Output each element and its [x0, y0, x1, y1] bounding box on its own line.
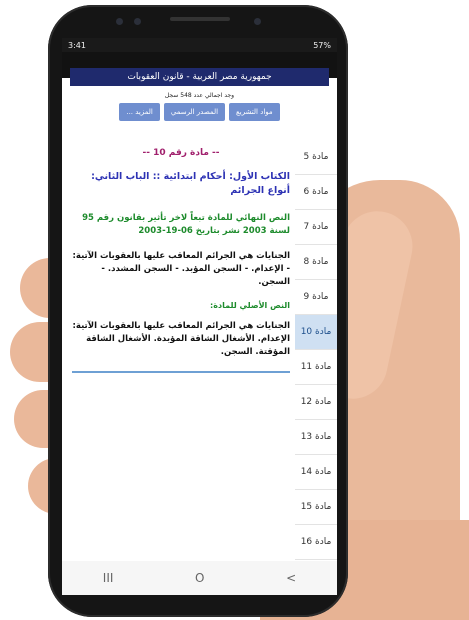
- front-camera-icon: [254, 18, 261, 25]
- status-battery: 57%: [313, 40, 331, 50]
- system-nav-bar: III O <: [62, 561, 337, 595]
- sidebar-item-article-8[interactable]: مادة 8: [295, 245, 337, 280]
- sidebar-item-article-5[interactable]: مادة 5: [295, 140, 337, 175]
- recent-apps-icon[interactable]: III: [103, 571, 114, 585]
- record-count: وجد اجمالي عدد 548 سجل: [164, 92, 235, 99]
- chapter-title: الكتاب الأول: أحكام ابتدائية :: الباب ال…: [91, 171, 290, 196]
- article-sidebar: مادة 5 مادة 6 مادة 7 مادة 8 مادة 9 مادة …: [295, 140, 337, 560]
- sidebar-item-article-16[interactable]: مادة 16: [295, 525, 337, 560]
- official-source-button[interactable]: المصدر الرسمي: [163, 103, 226, 121]
- action-buttons: مواد التشريع المصدر الرسمي المزيد ...: [62, 103, 337, 121]
- legislation-articles-button[interactable]: مواد التشريع: [229, 103, 280, 121]
- article-panel: -- مادة رقم 10 -- الكتاب الأول: أحكام اب…: [72, 140, 290, 373]
- article-final-text: الجنايات هي الجرائم المعاقب عليها بالعقو…: [72, 251, 290, 287]
- page-title: جمهورية مصر العربية - قانون العقوبات: [70, 68, 329, 86]
- camera-dot-icon: [116, 18, 123, 25]
- status-time: 3:41: [68, 40, 86, 50]
- phone-speaker: [170, 17, 230, 21]
- back-icon[interactable]: <: [286, 571, 296, 585]
- article-heading: -- مادة رقم 10 --: [142, 148, 220, 158]
- sidebar-item-article-11[interactable]: مادة 11: [295, 350, 337, 385]
- sidebar-item-article-10[interactable]: مادة 10: [295, 315, 337, 350]
- camera-dot-icon: [134, 18, 141, 25]
- status-bar: 3:41 57%: [62, 38, 337, 52]
- content-area: -- مادة رقم 10 -- الكتاب الأول: أحكام اب…: [62, 140, 337, 560]
- sidebar-item-article-15[interactable]: مادة 15: [295, 490, 337, 525]
- sidebar-item-article-7[interactable]: مادة 7: [295, 210, 337, 245]
- article-original-text: الجنايات هي الجرائم المعاقب عليها بالعقو…: [72, 321, 290, 357]
- phone-top-sensors: [64, 10, 332, 32]
- sidebar-item-article-13[interactable]: مادة 13: [295, 420, 337, 455]
- sidebar-item-article-12[interactable]: مادة 12: [295, 385, 337, 420]
- original-text-label: النص الأصلي للمادة:: [210, 301, 290, 310]
- phone-screen: 3:41 57% جمهورية مصر العربية - قانون الع…: [62, 38, 337, 595]
- final-text-label: النص النهائي للمادة تبعاً لاخر تأثير بقا…: [82, 213, 290, 236]
- sidebar-item-article-14[interactable]: مادة 14: [295, 455, 337, 490]
- more-button[interactable]: المزيد ...: [119, 103, 160, 121]
- home-icon[interactable]: O: [195, 571, 204, 585]
- content-divider: [72, 371, 290, 373]
- sidebar-item-article-9[interactable]: مادة 9: [295, 280, 337, 315]
- sidebar-item-article-6[interactable]: مادة 6: [295, 175, 337, 210]
